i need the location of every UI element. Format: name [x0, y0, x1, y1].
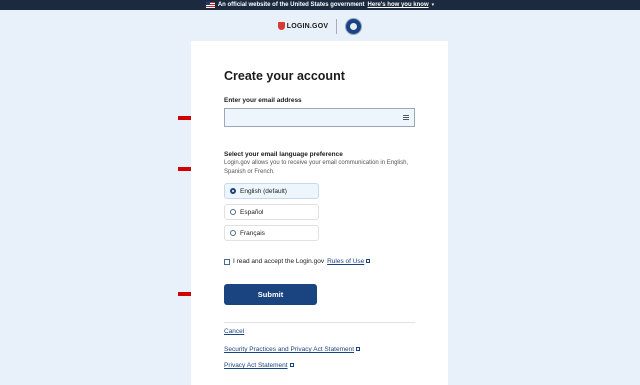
login-gov-logo: LOGIN.GOV: [277, 22, 329, 30]
radio-unselected-icon[interactable]: [230, 209, 236, 215]
terms-text: I read and accept the Login.gov: [233, 258, 325, 265]
header-logos: LOGIN.GOV: [0, 17, 640, 35]
radio-selected-icon[interactable]: [230, 188, 236, 194]
gov-banner-text: An official website of the United States…: [217, 2, 365, 8]
external-link-icon: [356, 347, 361, 352]
email-field[interactable]: [224, 108, 415, 127]
submit-button[interactable]: Submit: [224, 284, 317, 305]
gov-banner: An official website of the United States…: [0, 0, 640, 10]
external-link-icon: [289, 363, 294, 368]
login-gov-shield-icon: [277, 22, 285, 30]
language-label: Select your email language preference: [224, 151, 343, 158]
heres-how-you-know-link[interactable]: Here's how you know: [368, 2, 429, 8]
email-label: Enter your email address: [224, 97, 302, 104]
cancel-link[interactable]: Cancel: [224, 328, 244, 335]
us-flag-icon: [205, 2, 215, 8]
radio-language-french[interactable]: Français: [224, 225, 319, 241]
radio-label: English (default): [240, 187, 287, 195]
radio-unselected-icon[interactable]: [230, 230, 236, 236]
account-card: Create your account Enter your email add…: [191, 41, 448, 385]
page-title: Create your account: [224, 69, 345, 83]
language-hint: Login.gov allows you to receive your ema…: [224, 160, 409, 175]
radio-label: Español: [240, 208, 264, 216]
terms-checkbox[interactable]: [224, 258, 230, 265]
security-practices-link[interactable]: Security Practices and Privacy Act State…: [224, 346, 361, 353]
radio-language-english[interactable]: English (default): [224, 183, 319, 199]
chevron-down-icon[interactable]: ▾: [432, 2, 435, 8]
radio-label: Français: [240, 229, 265, 237]
agency-seal-icon: [345, 17, 363, 35]
rules-of-use-link[interactable]: Rules of Use: [327, 258, 371, 265]
external-link-icon: [366, 259, 371, 264]
logo-divider: [336, 18, 338, 34]
logo-text: LOGIN.GOV: [286, 22, 329, 30]
divider: [224, 322, 415, 323]
privacy-act-link[interactable]: Privacy Act Statement: [224, 362, 294, 369]
password-manager-icon[interactable]: [403, 115, 409, 120]
radio-language-spanish[interactable]: Español: [224, 204, 319, 220]
terms-row: I read and accept the Login.gov Rules of…: [224, 258, 371, 265]
